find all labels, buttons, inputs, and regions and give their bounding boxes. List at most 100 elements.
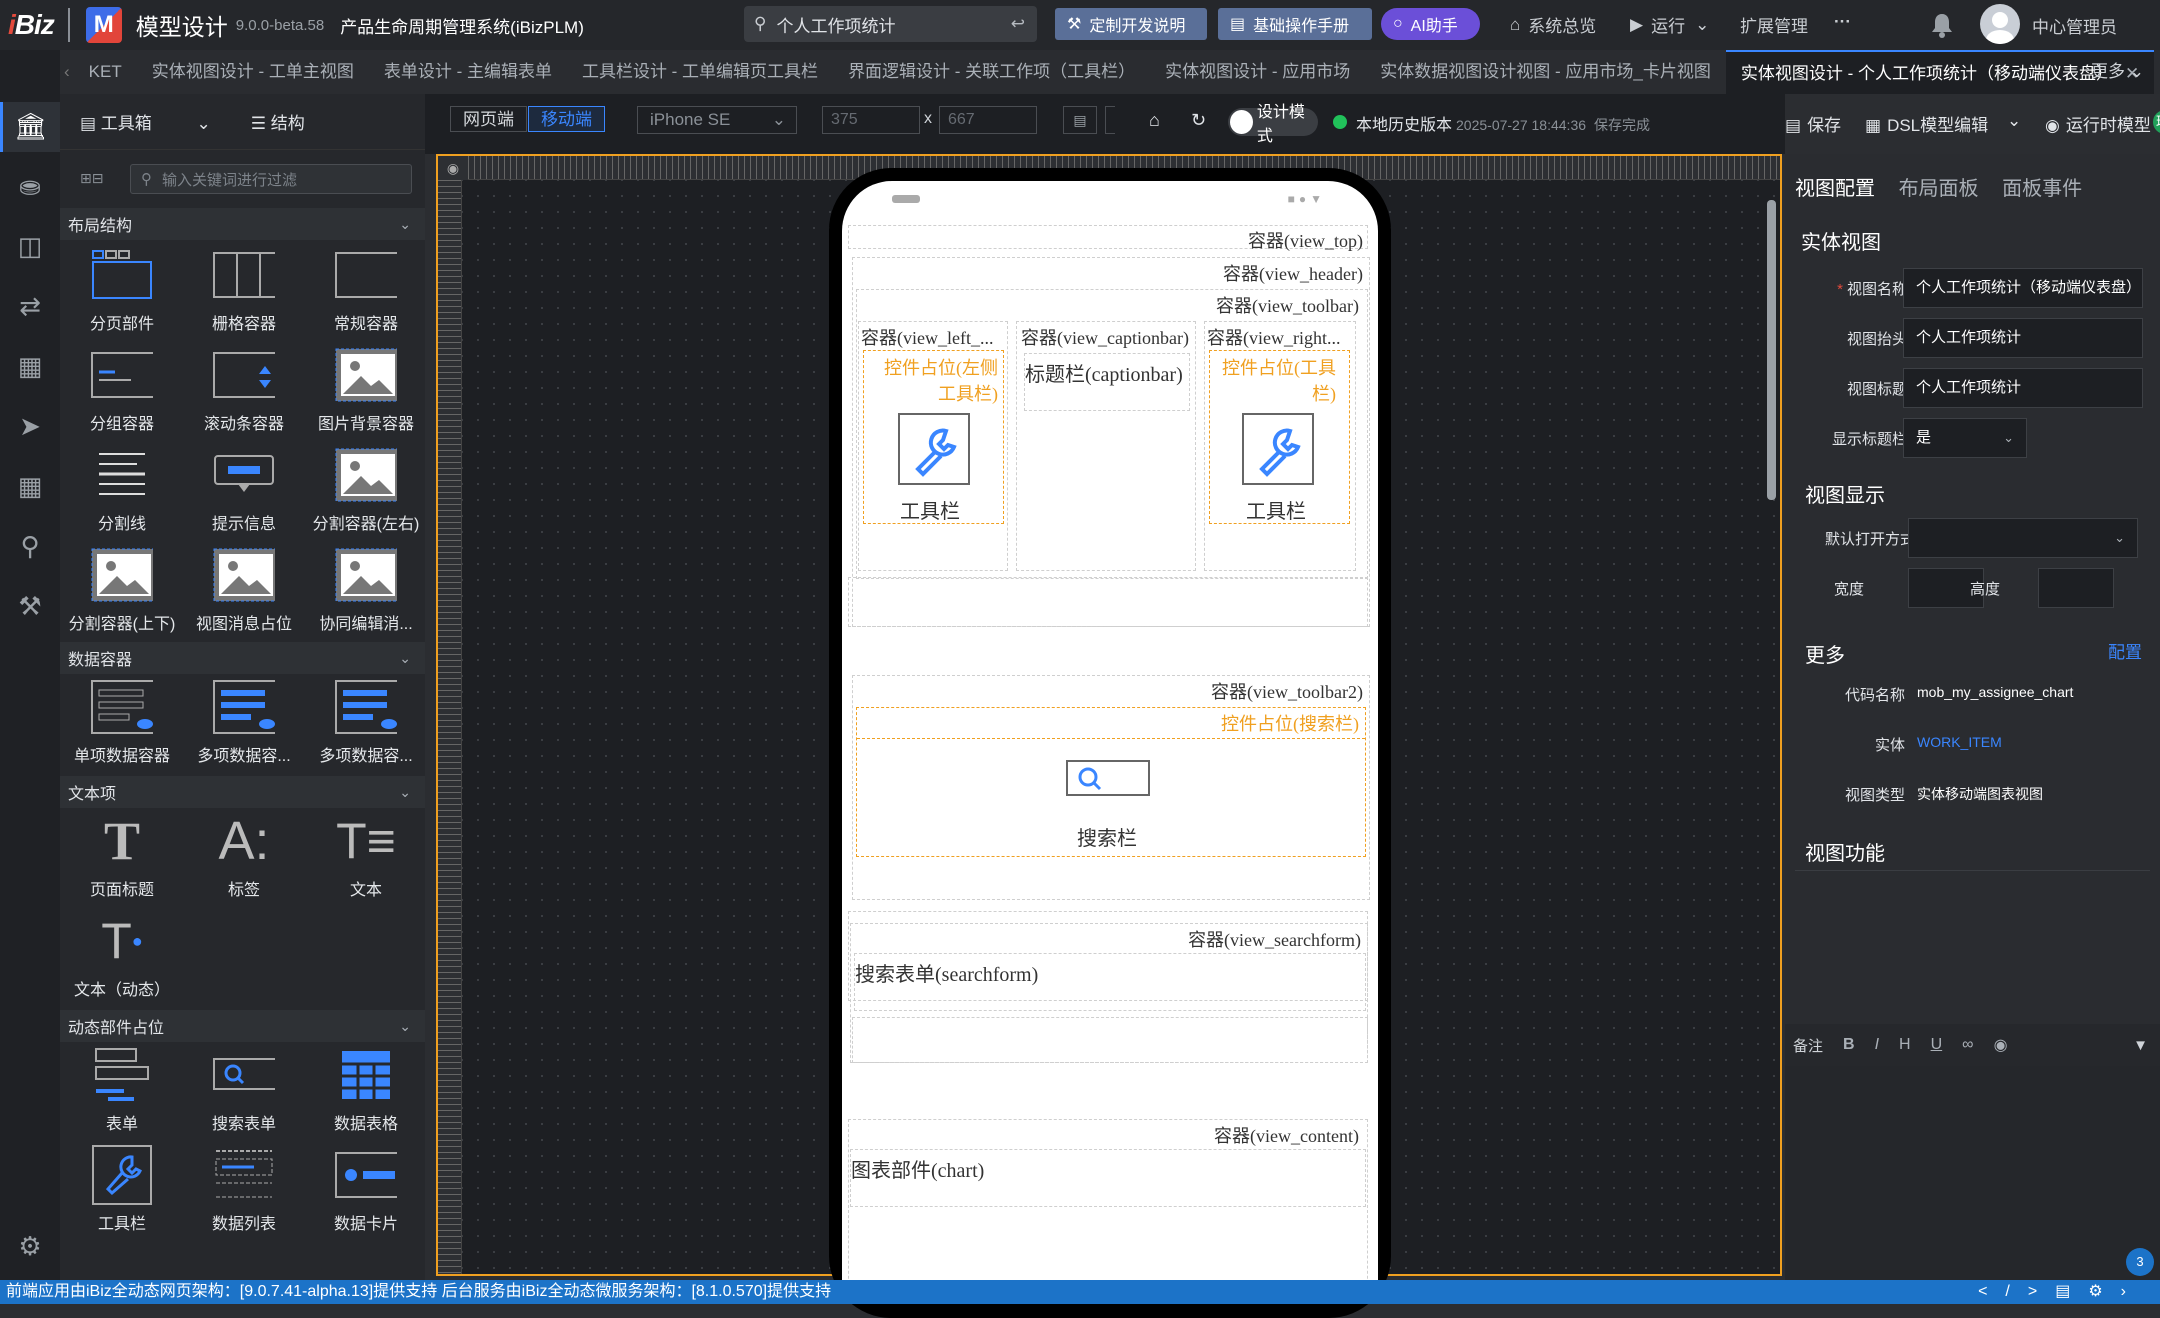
view-name-input[interactable]: 个人工作项统计（移动端仪表盘） [1903,268,2143,308]
tab-main-edit-form[interactable]: 表单设计 - 主编辑表单 [369,50,567,94]
refresh-icon[interactable]: ↻ [1191,110,1206,131]
tool-label[interactable]: A: 标签 [184,811,304,900]
runtime-model-button[interactable]: ◉ 运行时模型 [2045,111,2151,136]
open-mode-select[interactable]: ⌄ [1908,518,2138,558]
tab-view-config[interactable]: 视图配置 [1795,178,1875,200]
tool-data-list[interactable]: 数据列表 [184,1150,304,1234]
manual-button[interactable]: ▤ 基础操作手册 [1218,8,1372,40]
overview-nav[interactable]: ⌂ 系统总览 [1510,12,1596,37]
rocket-icon[interactable]: ➤ [14,410,46,442]
tool-search-form[interactable]: 搜索表单 [184,1050,304,1134]
tab-panel-events[interactable]: 面板事件 [2002,178,2082,200]
system-name[interactable]: 产品生命周期管理系统(iBizPLM) [340,13,584,38]
tab-ticket-toolbar[interactable]: 工具栏设计 - 工单编辑页工具栏 [567,50,833,94]
spacer-container[interactable] [848,577,1368,627]
wrench-icon[interactable]: ⚒ [14,590,46,622]
italic-icon[interactable]: I [1875,1036,1879,1054]
searchform[interactable]: 搜索表单(searchform) [854,953,1366,1011]
avatar[interactable] [1980,4,2020,44]
bold-icon[interactable]: B [1843,1036,1855,1054]
tool-collab-edit[interactable]: 协同编辑消... [306,548,426,634]
sync-icon[interactable]: ⇄ [14,290,46,322]
home-icon[interactable]: ⌂ [1149,110,1160,131]
height-field[interactable] [2038,568,2114,608]
expand-collapse-icon[interactable]: ⊞⊟ [80,170,103,187]
chevron-down-icon[interactable]: ⌄ [2007,111,2021,131]
dsl-edit-button[interactable]: ▦ DSL模型编辑 [1865,111,1988,136]
group-text[interactable]: 文本项 ⌄ [60,776,425,808]
web-mode-tab[interactable]: 网页端 [450,106,527,132]
tool-grid-container[interactable]: 栅格容器 [184,250,304,334]
show-title-select[interactable]: 是 ⌄ [1903,418,2027,458]
preview-eye-icon[interactable]: ◉ [1994,1035,2008,1055]
link-icon[interactable]: ∞ [1962,1036,1973,1054]
entity-link[interactable]: WORK_ITEM [1917,734,2002,750]
status-icons[interactable]: </>▤⚙› [1978,1280,2144,1304]
tab-app-market[interactable]: 实体视图设计 - 应用市场 [1150,50,1365,94]
captionbar[interactable]: 标题栏(captionbar) [1024,353,1190,411]
view-top-container[interactable]: 容器(view_top) [848,225,1368,251]
tool-dynamic-text[interactable]: T ● 文本（动态） [62,913,182,1000]
tab-ui-logic[interactable]: 界面逻辑设计 - 关联工作项（工具栏） [833,50,1150,94]
tab-personal-work-stats[interactable]: 实体视图设计 - 个人工作项统计（移动端仪表盘） ✕ [1725,50,2155,94]
config-link[interactable]: 配置 [2108,638,2142,663]
ai-assistant-button[interactable]: ○ AI助手 [1381,8,1480,40]
eye-icon[interactable]: ◉ [438,156,468,180]
caret-down-icon[interactable]: ▼ [2133,1037,2148,1054]
tool-split-lr[interactable]: 分割容器(左右) [306,448,426,534]
tool-split-tb[interactable]: 分割容器(上下) [62,548,182,634]
tabs-more-button[interactable]: 更多 ⌄ [2091,50,2144,94]
tool-toolbar[interactable]: 工具栏 [62,1145,182,1234]
view-title-input[interactable]: 个人工作项统计 [1903,368,2143,408]
toolbox-tab[interactable]: ▤ 工具箱 ⌄ [80,109,211,134]
vertical-scrollbar[interactable] [1764,180,1778,1260]
tool-multi-data-container[interactable]: 多项数据容... [184,680,304,766]
structure-tab[interactable]: ☰ 结构 [251,109,345,134]
right-toolbar-placeholder[interactable]: 控件占位(工具栏) 工具栏 [1209,350,1350,524]
save-button[interactable]: ▤ 保存 [1785,111,1841,136]
bank-icon[interactable]: 🏛 [14,110,47,142]
tool-view-message[interactable]: 视图消息占位 [184,548,304,634]
tool-normal-container[interactable]: 常规容器 [306,250,426,334]
history-info[interactable]: 本地历史版本 2025-07-27 18:44:36 保存完成 [1356,111,1650,135]
width-input[interactable]: 375 [822,106,920,134]
search-icon[interactable]: ⚲ [14,530,46,562]
global-search-input[interactable]: ⚲ 个人工作项统计 ↩ [744,6,1037,42]
group-dynamic-parts[interactable]: 动态部件占位 ⌄ [60,1010,425,1042]
database-icon[interactable]: ⛂ [14,170,46,202]
more-menu-icon[interactable]: ··· [1834,12,1851,32]
chart-part[interactable]: 图表部件(chart) [850,1149,1366,1207]
tool-single-data-container[interactable]: 单项数据容器 [62,680,182,766]
custom-dev-button[interactable]: ⚒ 定制开发说明 [1055,8,1207,40]
tool-page-title[interactable]: T 页面标题 [62,811,182,900]
tool-data-card[interactable]: 数据卡片 [306,1150,426,1234]
tool-form[interactable]: 表单 [62,1048,182,1134]
group-layout[interactable]: 布局结构 ⌄ [60,208,425,240]
view-header-input[interactable]: 个人工作项统计 [1903,318,2143,358]
notification-badge[interactable]: 3 [2126,1248,2154,1276]
mobile-mode-tab[interactable]: 移动端 [528,106,605,132]
tool-tab-part[interactable]: 分页部件 [62,250,182,334]
ext-nav[interactable]: 扩展管理 [1740,12,1808,37]
heading-icon[interactable]: H [1899,1036,1911,1054]
grid-icon[interactable]: ▦ [14,470,46,502]
tool-scroll-container[interactable]: 滚动条容器 [184,350,304,434]
gear-icon[interactable]: ⚙ [14,1230,46,1262]
run-nav[interactable]: ▶ 运行 ⌄ [1630,12,1709,37]
briefcase-icon[interactable]: ▦ [14,350,46,382]
spacer-container-3[interactable] [852,1017,1368,1063]
height-input[interactable]: 667 [939,106,1037,134]
filter-input[interactable]: ⚲ 输入关键词进行过滤 [130,164,412,194]
monitor-icon[interactable]: ◫ [14,230,46,262]
tab-app-market-card[interactable]: 实体数据视图设计视图 - 应用市场_卡片视图 [1365,50,1726,94]
tab-layout-panel[interactable]: 布局面板 [1899,178,1979,200]
searchbar-placeholder[interactable]: 控件占位(搜索栏) 搜索栏 [856,707,1366,857]
rotate-icon[interactable]: ▤ [1063,106,1097,134]
scroll-thumb[interactable] [1767,200,1776,500]
tool-tooltip[interactable]: 提示信息 [184,450,304,534]
device-select[interactable]: iPhone SE ⌄ [637,106,797,134]
user-name[interactable]: 中心管理员 [2032,13,2117,38]
bell-icon[interactable] [1930,12,1954,38]
underline-icon[interactable]: U [1931,1036,1943,1054]
tool-group-container[interactable]: 分组容器 [62,350,182,434]
